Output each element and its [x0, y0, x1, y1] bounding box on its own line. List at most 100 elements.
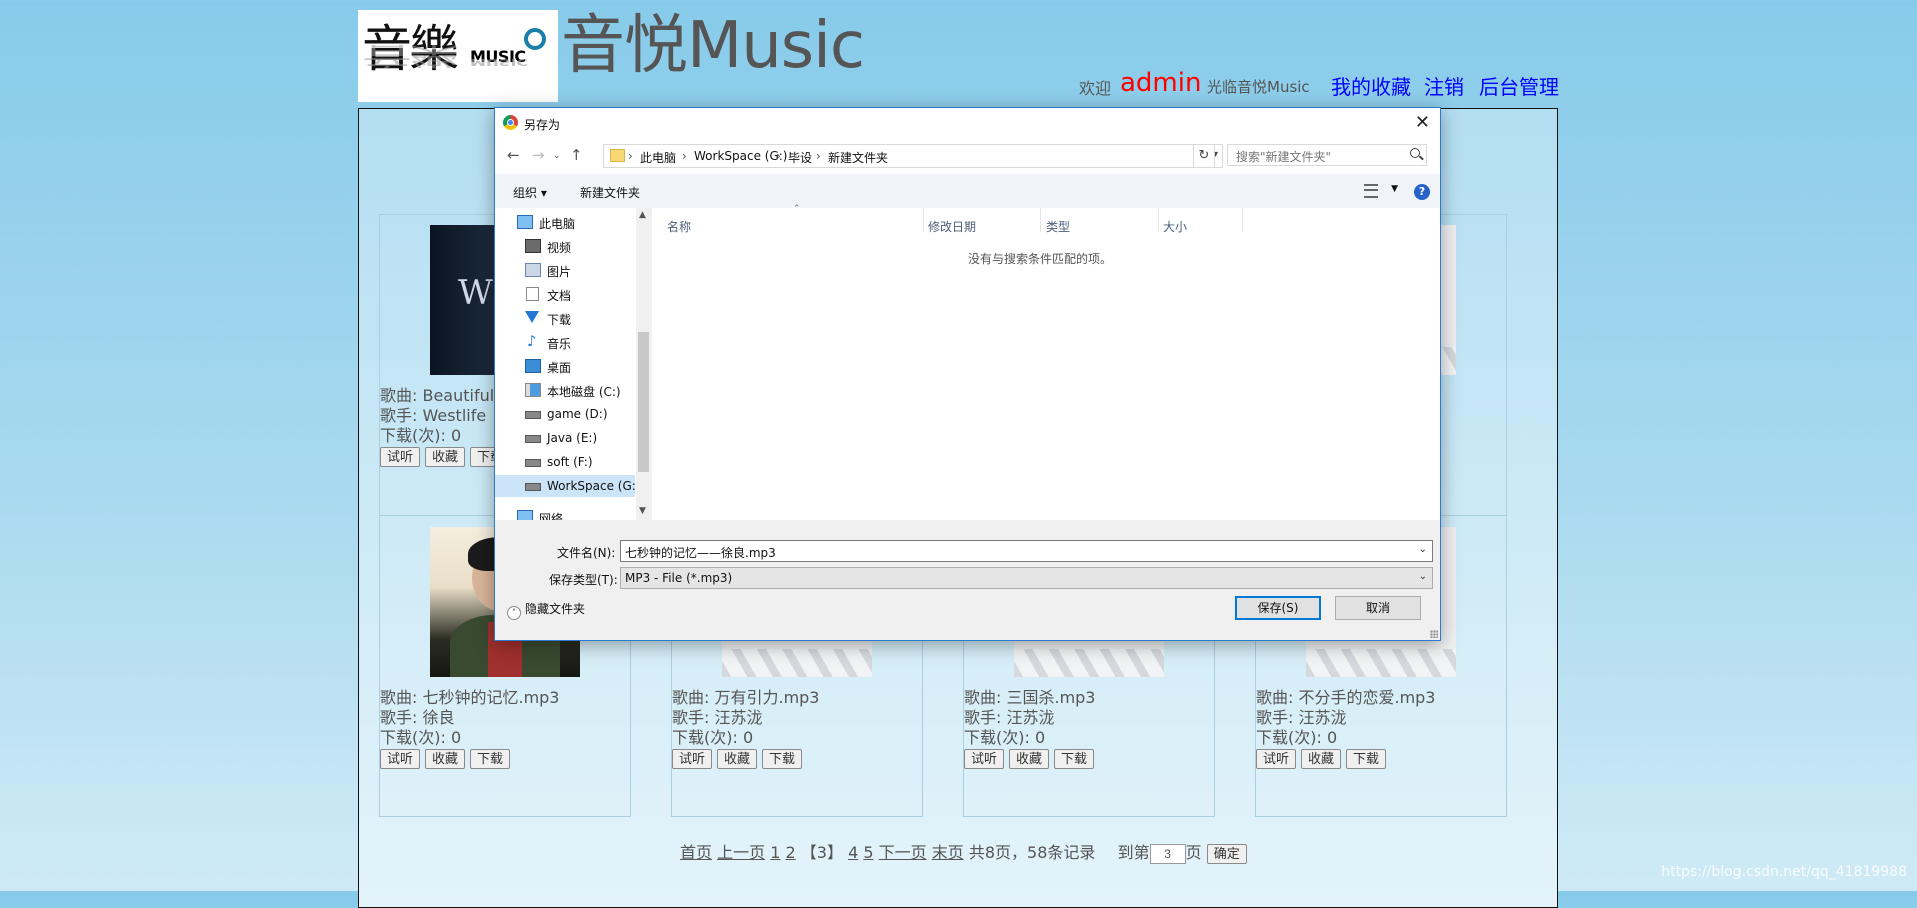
- song-singer: 歌手: 汪苏泷: [672, 708, 763, 727]
- pager-goto-prefix: 到第: [1117, 843, 1150, 862]
- back-arrow-icon[interactable]: ←: [507, 146, 520, 164]
- favorite-button[interactable]: 收藏: [425, 749, 466, 769]
- favorite-button[interactable]: 收藏: [1301, 749, 1342, 769]
- tree-item-music[interactable]: ♪ 音乐: [495, 331, 635, 353]
- chevron-down-icon[interactable]: ⌄: [1419, 544, 1427, 555]
- song-downloads: 下载(次): 0: [380, 426, 462, 445]
- logo-music-reflection: MUSIC: [470, 56, 529, 68]
- up-arrow-icon[interactable]: ↑: [570, 146, 583, 164]
- pager-prev-link[interactable]: 上一页: [717, 843, 765, 862]
- column-separator[interactable]: [923, 208, 924, 232]
- breadcrumb-bishe[interactable]: 毕设: [788, 149, 812, 166]
- save-button[interactable]: 保存(S): [1235, 596, 1321, 620]
- dialog-footer: 文件名(N): 七秒钟的记忆——徐良.mp3 ⌄ 保存类型(T): MP3 - …: [495, 520, 1440, 640]
- download-button[interactable]: 下载: [470, 749, 511, 769]
- breadcrumb-separator-icon: ›: [628, 149, 633, 163]
- download-button[interactable]: 下载: [1054, 749, 1095, 769]
- nav-username: admin: [1120, 68, 1202, 98]
- pager-goto-input[interactable]: [1149, 843, 1186, 864]
- hide-folders-toggle[interactable]: ˄ 隐藏文件夹: [507, 600, 585, 620]
- breadcrumb-new-folder[interactable]: 新建文件夹: [828, 149, 888, 166]
- column-separator[interactable]: [1158, 208, 1159, 232]
- column-separator[interactable]: [1242, 208, 1243, 232]
- pager-page-link[interactable]: 5: [863, 843, 873, 862]
- tree-scrollbar[interactable]: ▲ ▼: [636, 208, 651, 520]
- column-header-type[interactable]: 类型: [1046, 218, 1070, 235]
- music-icon: ♪: [527, 332, 537, 350]
- drive-icon: [525, 459, 541, 467]
- network-icon: [517, 510, 533, 520]
- pager-last-link[interactable]: 末页: [932, 843, 964, 862]
- picture-icon: [525, 263, 541, 277]
- cancel-button[interactable]: 取消: [1335, 596, 1421, 620]
- download-button[interactable]: 下载: [1346, 749, 1387, 769]
- pager-page-link[interactable]: 2: [786, 843, 796, 862]
- tree-item-videos[interactable]: 视频: [495, 235, 635, 257]
- column-header-modified[interactable]: 修改日期: [928, 218, 976, 235]
- hide-folders-label: 隐藏文件夹: [525, 602, 586, 616]
- filetype-select[interactable]: MP3 - File (*.mp3) ⌄: [620, 567, 1433, 589]
- help-icon[interactable]: ?: [1414, 184, 1430, 200]
- chevron-down-icon[interactable]: ⌄: [1419, 571, 1427, 582]
- tree-item-drive-f[interactable]: soft (F:): [495, 451, 635, 473]
- file-list: ⌃ 名称 修改日期 类型 大小 没有与搜索条件匹配的项。: [652, 204, 1440, 520]
- listen-button[interactable]: 试听: [964, 749, 1005, 769]
- tree-item-drive-d[interactable]: game (D:): [495, 403, 635, 425]
- scroll-down-icon[interactable]: ▼: [639, 506, 646, 516]
- song-actions: 试听 收藏 下载: [964, 749, 1095, 769]
- address-bar[interactable]: › 此电脑 › WorkSpace (G:) › 毕设 › 新建文件夹 ▾: [603, 144, 1223, 168]
- pager-page-link[interactable]: 4: [848, 843, 858, 862]
- nav-welcome: 欢迎: [1079, 79, 1112, 98]
- tree-item-drive-c[interactable]: 本地磁盘 (C:): [495, 379, 635, 401]
- nav-admin-link[interactable]: 后台管理: [1479, 71, 1559, 100]
- column-separator[interactable]: [1040, 208, 1041, 232]
- tree-item-drive-g[interactable]: WorkSpace (G:: [495, 475, 636, 497]
- pager-next-link[interactable]: 下一页: [879, 843, 927, 862]
- tree-item-downloads[interactable]: 下载: [495, 307, 635, 329]
- organize-menu[interactable]: 组织 ▾: [513, 184, 547, 201]
- nav-logout-link[interactable]: 注销: [1424, 71, 1464, 100]
- favorite-button[interactable]: 收藏: [1009, 749, 1050, 769]
- tree-item-pictures[interactable]: 图片: [495, 259, 635, 281]
- logo-reflection: 音樂: [362, 41, 456, 70]
- favorite-button[interactable]: 收藏: [425, 447, 466, 467]
- listen-button[interactable]: 试听: [672, 749, 713, 769]
- tree-item-network[interactable]: 网络: [495, 506, 635, 520]
- song-singer: 歌手: 汪苏泷: [964, 708, 1055, 727]
- refresh-icon[interactable]: ↻: [1193, 144, 1215, 168]
- pager-first-link[interactable]: 首页: [680, 843, 712, 862]
- new-folder-button[interactable]: 新建文件夹: [580, 184, 640, 201]
- column-header-name[interactable]: 名称: [667, 218, 691, 235]
- song-name: 歌曲: 万有引力.mp3: [672, 688, 820, 707]
- listen-button[interactable]: 试听: [1256, 749, 1297, 769]
- pager-confirm-button[interactable]: 确定: [1206, 843, 1247, 864]
- column-header-size[interactable]: 大小: [1163, 218, 1187, 235]
- site-logo[interactable]: 音樂 音樂 MUSIC MUSIC: [358, 10, 558, 102]
- tree-item-drive-e[interactable]: Java (E:): [495, 427, 635, 449]
- favorite-button[interactable]: 收藏: [717, 749, 758, 769]
- download-button[interactable]: 下载: [762, 749, 803, 769]
- scrollbar-thumb[interactable]: [638, 332, 649, 472]
- breadcrumb-this-pc[interactable]: 此电脑: [640, 149, 676, 166]
- forward-arrow-icon[interactable]: →: [532, 146, 545, 164]
- listen-button[interactable]: 试听: [380, 749, 421, 769]
- nav-my-favorites-link[interactable]: 我的收藏: [1331, 71, 1411, 100]
- dialog-titlebar[interactable]: 另存为 ✕: [495, 108, 1440, 138]
- song-actions: 试听 收藏 下载: [672, 749, 803, 769]
- tree-item-this-pc[interactable]: 此电脑: [495, 211, 635, 233]
- view-dropdown-icon[interactable]: ▼: [1391, 184, 1398, 194]
- filename-field[interactable]: 七秒钟的记忆——徐良.mp3 ⌄: [620, 540, 1433, 562]
- tree-item-documents[interactable]: 文档: [495, 283, 635, 305]
- scroll-up-icon[interactable]: ▲: [639, 210, 646, 220]
- view-options-icon[interactable]: [1364, 184, 1378, 198]
- pager-page-link[interactable]: 1: [770, 843, 780, 862]
- close-icon[interactable]: ✕: [1415, 112, 1430, 133]
- breadcrumb-workspace[interactable]: WorkSpace (G:): [694, 149, 787, 163]
- song-singer: 歌手: Westlife: [380, 406, 487, 425]
- tree-item-desktop[interactable]: 桌面: [495, 355, 635, 377]
- pc-icon: [517, 215, 533, 229]
- recent-dropdown-icon[interactable]: ⌄: [553, 151, 561, 161]
- search-input[interactable]: 搜索"新建文件夹": [1227, 144, 1427, 166]
- listen-button[interactable]: 试听: [380, 447, 421, 467]
- resize-grip-icon[interactable]: [1430, 630, 1438, 638]
